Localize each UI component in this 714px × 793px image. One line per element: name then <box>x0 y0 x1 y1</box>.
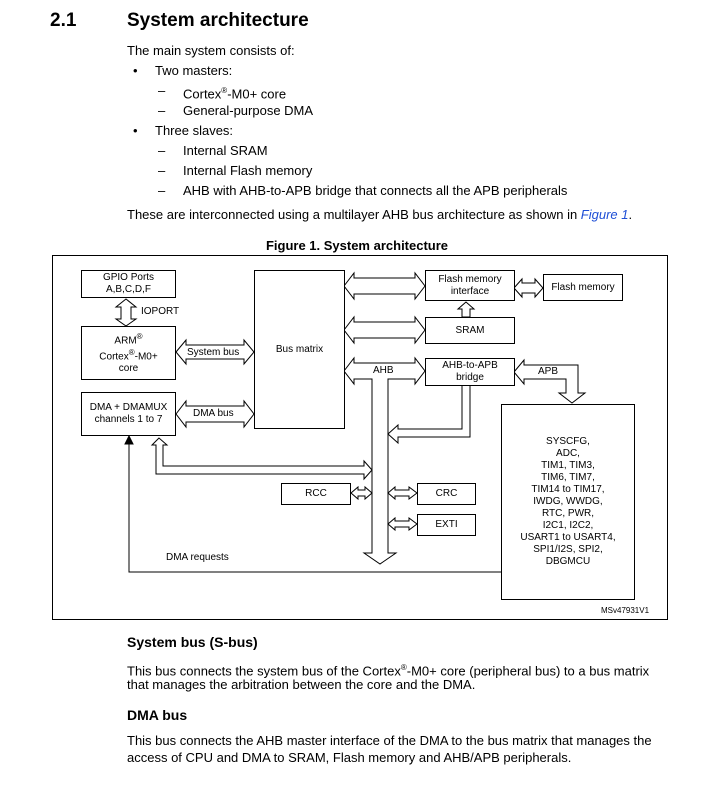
list-subitem: Internal Flash memory <box>183 163 313 178</box>
bus-matrix-box: Bus matrix <box>254 270 345 429</box>
rcc-arrow <box>350 485 373 501</box>
apb-peripherals-box: SYSCFG, ADC, TIM1, TIM3, TIM6, TIM7, TIM14 t… <box>501 404 635 600</box>
system-bus-label: System bus <box>187 347 240 358</box>
flash-memory-box: Flash memory <box>543 274 623 301</box>
dma-bus-text: This bus connects the AHB master interfa… <box>127 733 652 748</box>
ahb-arrow <box>343 356 426 565</box>
document-page: 2.1 System architecture The main system … <box>0 0 714 793</box>
exti-box: EXTI <box>417 514 476 536</box>
figure-link[interactable]: Figure 1 <box>581 207 629 222</box>
crc-box: CRC <box>417 483 476 505</box>
sram-flash-arrow <box>456 301 476 318</box>
system-bus-text-2: that manages the arbitration between the… <box>127 677 476 692</box>
flash-arrow <box>513 277 544 299</box>
system-architecture-diagram: GPIO Ports A,B,C,D,F IOPORT ARM® Cortex®-M… <box>52 255 668 620</box>
sram-box: SRAM <box>425 317 515 344</box>
ahb-label: AHB <box>373 365 394 376</box>
list-subitem: General-purpose DMA <box>183 103 314 118</box>
ioport-arrow <box>114 298 138 327</box>
dash: – <box>158 183 166 198</box>
dma-bus-label: DMA bus <box>193 408 234 419</box>
rcc-box: RCC <box>281 483 351 505</box>
sram-arrow <box>343 315 426 345</box>
apb-label: APB <box>538 366 559 377</box>
intro-text: The main system consists of: <box>127 43 295 58</box>
bridge-bus-arrow <box>387 384 471 445</box>
dash: – <box>158 143 166 158</box>
arm-core-box: ARM® Cortex®-M0+ core <box>81 326 176 380</box>
figure-id: MSv47931V1 <box>601 606 650 615</box>
dma-bus-heading: DMA bus <box>127 707 188 723</box>
list-item: Three slaves: <box>155 123 234 138</box>
list-subitem: Cortex®-M0+ core <box>183 86 287 102</box>
flash-iface-arrow <box>343 271 426 301</box>
dma-requests-label: DMA requests <box>166 552 229 563</box>
interconnect-text: These are interconnected using a multila… <box>127 207 633 222</box>
bullet: • <box>133 63 138 78</box>
dash: – <box>158 163 166 178</box>
dma-ahb-arrow <box>150 437 373 481</box>
dma-requests-arrowhead <box>124 434 134 445</box>
dash: – <box>158 83 166 98</box>
list-subitem: AHB with AHB-to-APB bridge that connects… <box>183 183 568 198</box>
system-bus-heading: System bus (S-bus) <box>127 634 258 650</box>
dma-dmamux-box: DMA + DMAMUX channels 1 to 7 <box>81 392 176 436</box>
section-title: System architecture <box>127 10 309 31</box>
crc-arrow <box>387 485 418 501</box>
dma-bus-text-2: access of CPU and DMA to SRAM, Flash mem… <box>127 750 572 765</box>
list-subitem: Internal SRAM <box>183 143 268 158</box>
exti-arrow <box>387 516 418 532</box>
figure-title: Figure 1. System architecture <box>265 238 449 253</box>
bullet: • <box>133 123 138 138</box>
ioport-label: IOPORT <box>141 306 180 317</box>
section-number: 2.1 <box>50 10 77 31</box>
ahb-apb-bridge-box: AHB-to-APB bridge <box>425 358 515 386</box>
dash: – <box>158 103 166 118</box>
flash-interface-box: Flash memory interface <box>425 270 515 301</box>
gpio-ports-box: GPIO Ports A,B,C,D,F <box>81 270 176 298</box>
list-item: Two masters: <box>155 63 233 78</box>
